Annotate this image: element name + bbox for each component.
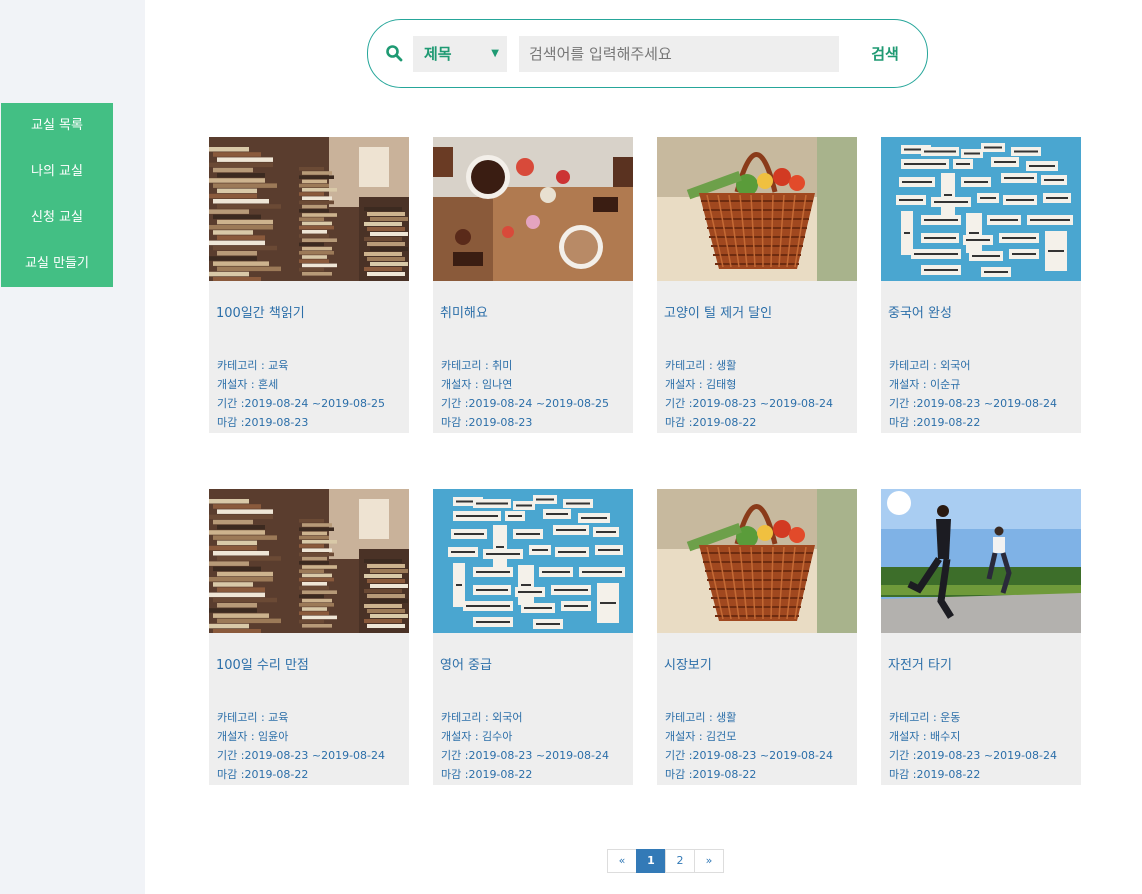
class-category: 카테고리 : 생활 [665, 711, 737, 724]
class-meta: 카테고리 : 생활개설자 : 김건모기간 :2019-08-23 ~2019-0… [665, 708, 833, 784]
sidebar-item-create-class[interactable]: 교실 만들기 [1, 241, 113, 287]
class-deadline: 마감 :2019-08-22 [665, 416, 757, 429]
search-field-select-value: 제목 [424, 45, 452, 63]
class-card[interactable]: 100일간 책읽기카테고리 : 교육개설자 : 혼세기간 :2019-08-24… [209, 137, 409, 433]
class-card[interactable]: 중국어 완성카테고리 : 외국어개설자 : 이순규기간 :2019-08-23 … [881, 137, 1081, 433]
class-period: 기간 :2019-08-23 ~2019-08-24 [665, 749, 834, 762]
pagination-prev-button[interactable]: « [607, 849, 637, 873]
search-button[interactable]: 검색 [855, 36, 915, 72]
class-deadline: 마감 :2019-08-22 [665, 768, 757, 781]
class-creator: 개설자 : 임윤아 [217, 730, 289, 743]
class-card[interactable]: 100일 수리 만점카테고리 : 교육개설자 : 임윤아기간 :2019-08-… [209, 489, 409, 785]
sidebar-item-applied-class[interactable]: 신청 교실 [1, 195, 113, 241]
class-creator: 개설자 : 김태형 [665, 378, 737, 391]
search-input[interactable]: 검색어를 입력해주세요 [519, 36, 839, 72]
search-icon [386, 45, 403, 62]
class-creator: 개설자 : 이순규 [889, 378, 961, 391]
class-creator: 개설자 : 임나연 [441, 378, 513, 391]
class-deadline: 마감 :2019-08-23 [217, 416, 309, 429]
class-title[interactable]: 100일 수리 만점 [216, 654, 309, 673]
pagination: « 1 2 » [607, 849, 724, 873]
class-meta: 카테고리 : 교육개설자 : 임윤아기간 :2019-08-23 ~2019-0… [217, 708, 385, 784]
class-period: 기간 :2019-08-23 ~2019-08-24 [889, 749, 1058, 762]
chevron-down-icon: ▼ [491, 48, 499, 59]
class-title[interactable]: 고양이 털 제거 달인 [664, 302, 772, 321]
class-thumbnail-image[interactable] [881, 137, 1081, 281]
class-period: 기간 :2019-08-24 ~2019-08-25 [441, 397, 610, 410]
class-title[interactable]: 영어 중급 [440, 654, 492, 673]
class-thumbnail-image[interactable] [209, 489, 409, 633]
class-category: 카테고리 : 운동 [889, 711, 961, 724]
class-title[interactable]: 시장보기 [664, 654, 712, 673]
class-card[interactable]: 시장보기카테고리 : 생활개설자 : 김건모기간 :2019-08-23 ~20… [657, 489, 857, 785]
class-meta: 카테고리 : 외국어개설자 : 김수아기간 :2019-08-23 ~2019-… [441, 708, 609, 784]
class-deadline: 마감 :2019-08-22 [441, 768, 533, 781]
pagination-page-1[interactable]: 1 [636, 849, 666, 873]
class-thumbnail-image[interactable] [657, 489, 857, 633]
class-card[interactable]: 고양이 털 제거 달인카테고리 : 생활개설자 : 김태형기간 :2019-08… [657, 137, 857, 433]
class-card[interactable]: 취미해요카테고리 : 취미개설자 : 임나연기간 :2019-08-24 ~20… [433, 137, 633, 433]
class-deadline: 마감 :2019-08-23 [441, 416, 533, 429]
class-deadline: 마감 :2019-08-22 [217, 768, 309, 781]
class-title[interactable]: 100일간 책읽기 [216, 302, 305, 321]
class-category: 카테고리 : 외국어 [441, 711, 523, 724]
class-period: 기간 :2019-08-23 ~2019-08-24 [889, 397, 1058, 410]
class-thumbnail-image[interactable] [433, 489, 633, 633]
class-thumbnail-image[interactable] [881, 489, 1081, 633]
class-thumbnail-image[interactable] [209, 137, 409, 281]
class-thumbnail-image[interactable] [433, 137, 633, 281]
class-card[interactable]: 영어 중급카테고리 : 외국어개설자 : 김수아기간 :2019-08-23 ~… [433, 489, 633, 785]
class-thumbnail-image[interactable] [657, 137, 857, 281]
class-creator: 개설자 : 김건모 [665, 730, 737, 743]
class-category: 카테고리 : 교육 [217, 711, 289, 724]
sidebar-item-my-class[interactable]: 나의 교실 [1, 149, 113, 195]
class-title[interactable]: 자전거 타기 [888, 654, 952, 673]
class-deadline: 마감 :2019-08-22 [889, 768, 981, 781]
pagination-page-2[interactable]: 2 [665, 849, 695, 873]
class-meta: 카테고리 : 운동개설자 : 배수지기간 :2019-08-23 ~2019-0… [889, 708, 1057, 784]
class-period: 기간 :2019-08-23 ~2019-08-24 [217, 749, 386, 762]
class-title[interactable]: 중국어 완성 [888, 302, 952, 321]
search-field-select[interactable]: 제목 ▼ [413, 36, 507, 72]
class-meta: 카테고리 : 생활개설자 : 김태형기간 :2019-08-23 ~2019-0… [665, 356, 833, 432]
class-meta: 카테고리 : 취미개설자 : 임나연기간 :2019-08-24 ~2019-0… [441, 356, 609, 432]
class-period: 기간 :2019-08-23 ~2019-08-24 [441, 749, 610, 762]
class-period: 기간 :2019-08-24 ~2019-08-25 [217, 397, 386, 410]
class-meta: 카테고리 : 교육개설자 : 혼세기간 :2019-08-24 ~2019-08… [217, 356, 385, 432]
class-creator: 개설자 : 혼세 [217, 378, 279, 391]
class-deadline: 마감 :2019-08-22 [889, 416, 981, 429]
class-card[interactable]: 자전거 타기카테고리 : 운동개설자 : 배수지기간 :2019-08-23 ~… [881, 489, 1081, 785]
sidebar-item-class-list[interactable]: 교실 목록 [1, 103, 113, 149]
sidebar-menu: 교실 목록 나의 교실 신청 교실 교실 만들기 [1, 103, 113, 287]
class-creator: 개설자 : 김수아 [441, 730, 513, 743]
class-period: 기간 :2019-08-23 ~2019-08-24 [665, 397, 834, 410]
class-title[interactable]: 취미해요 [440, 302, 488, 321]
class-category: 카테고리 : 생활 [665, 359, 737, 372]
class-category: 카테고리 : 외국어 [889, 359, 971, 372]
class-category: 카테고리 : 교육 [217, 359, 289, 372]
class-category: 카테고리 : 취미 [441, 359, 513, 372]
search-bar: 제목 ▼ 검색어를 입력해주세요 검색 [367, 19, 928, 88]
class-meta: 카테고리 : 외국어개설자 : 이순규기간 :2019-08-23 ~2019-… [889, 356, 1057, 432]
pagination-next-button[interactable]: » [694, 849, 724, 873]
class-creator: 개설자 : 배수지 [889, 730, 961, 743]
